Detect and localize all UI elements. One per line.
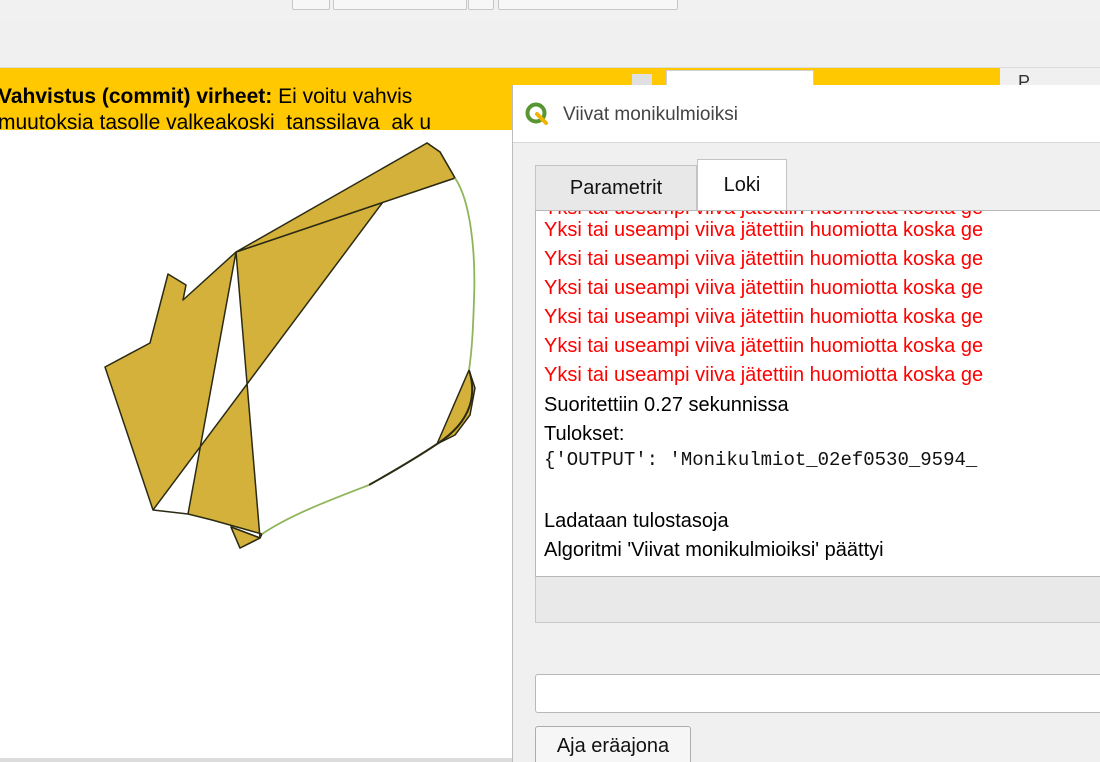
processing-dialog: Viivat monikulmioiksi Parametrit Loki Yk… (512, 85, 1100, 762)
toolbar-button[interactable] (498, 0, 678, 10)
log-results-label: Tulokset: (544, 423, 625, 445)
run-batch-button[interactable]: Aja eräajona (535, 726, 691, 762)
line-feature[interactable] (261, 484, 370, 535)
message-line: Vahvistus (commit) virheet: Ei voitu vah… (0, 85, 412, 109)
line-feature[interactable] (454, 177, 476, 371)
log-panel[interactable]: Yksi tai useampi viiva jätettiin huomiot… (535, 210, 1100, 577)
tab-loki[interactable]: Loki (697, 159, 787, 210)
qgis-window: Vahvistus (commit) virheet: Ei voitu vah… (0, 0, 1100, 762)
polygon-feature[interactable] (104, 142, 456, 549)
batch-input-field[interactable] (535, 674, 1100, 713)
message-second-line: muutoksia tasolle valkeakoski_tanssilava… (0, 111, 432, 130)
line-feature[interactable] (368, 369, 474, 486)
log-error-line: Yksi tai useampi viiva jätettiin huomiot… (544, 364, 984, 386)
log-error-line: Yksi tai useampi viiva jätettiin huomiot… (544, 219, 984, 241)
tab-parametrit[interactable]: Parametrit (535, 165, 697, 210)
message-title: Vahvistus (commit) virheet: (0, 85, 273, 108)
map-canvas[interactable] (0, 130, 512, 760)
toolbar-band (0, 20, 1100, 68)
log-error-line: Yksi tai useampi viiva jätettiin huomiot… (544, 248, 984, 270)
progress-bar (535, 577, 1100, 623)
top-toolbar (0, 0, 1100, 20)
log-error-line: Yksi tai useampi viiva jätettiin huomiot… (544, 335, 984, 357)
dialog-title: Viivat monikulmioiksi (563, 104, 738, 125)
map-bottom-border (0, 758, 512, 762)
log-results-value: {'OUTPUT': 'Monikulmiot_02ef0530_9594_ (544, 449, 978, 471)
toolbar-button[interactable] (468, 0, 494, 10)
dialog-titlebar: Viivat monikulmioiksi (513, 85, 1100, 143)
toolbar-button[interactable] (333, 0, 467, 10)
message-text: Ei voitu vahvis (272, 85, 413, 108)
map-features (104, 142, 476, 549)
log-error-line: Yksi tai useampi viiva jätettiin huomiot… (544, 306, 984, 328)
qgis-logo-icon (525, 102, 548, 125)
log-loading-line: Ladataan tulostasoja (544, 510, 729, 532)
log-duration-line: Suoritettiin 0.27 sekunnissa (544, 394, 789, 416)
toolbar-button[interactable] (292, 0, 330, 10)
log-error-line: Yksi tai useampi viiva jätettiin huomiot… (544, 277, 984, 299)
log-finished-line: Algoritmi 'Viivat monikulmioiksi' päätty… (544, 539, 884, 561)
